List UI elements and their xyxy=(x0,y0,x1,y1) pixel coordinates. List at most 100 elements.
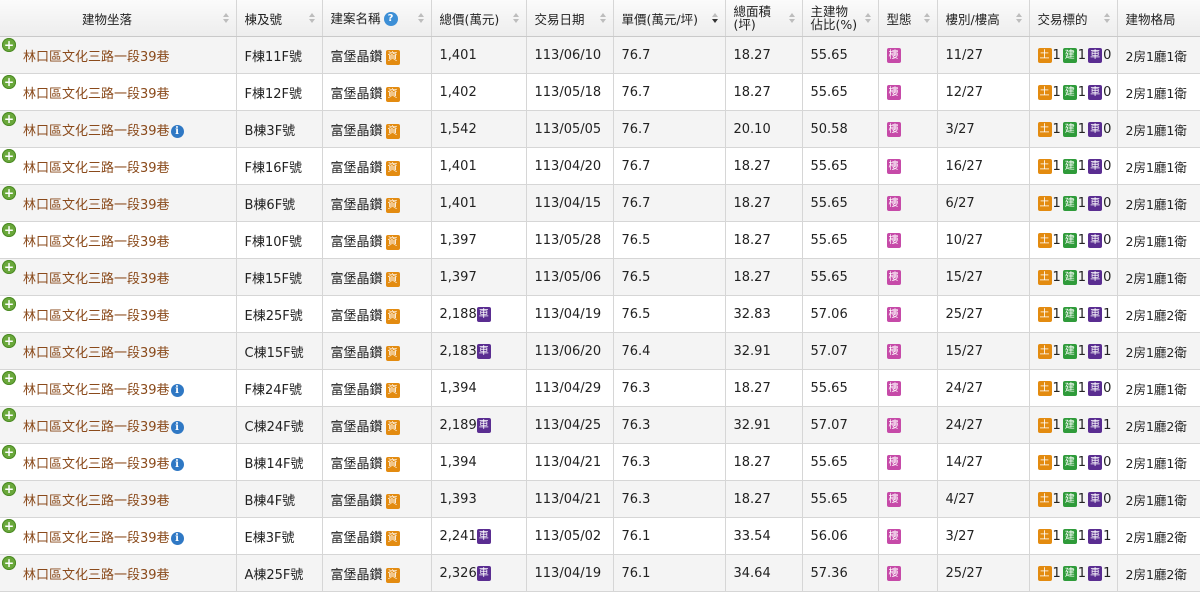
info-badge-icon[interactable]: 資 xyxy=(385,382,400,398)
info-icon[interactable]: i xyxy=(170,124,184,138)
project-name[interactable]: 富堡晶鑽 xyxy=(331,420,383,435)
address-text[interactable]: 林口區文化三路一段39巷 xyxy=(23,420,170,435)
address-text[interactable]: 林口區文化三路一段39巷 xyxy=(23,346,170,361)
sort-desc-icon[interactable] xyxy=(711,13,718,23)
expand-plus-icon[interactable]: + xyxy=(2,185,16,200)
address-text[interactable]: 林口區文化三路一段39巷 xyxy=(23,161,170,176)
address-text[interactable]: 林口區文化三路一段39巷 xyxy=(23,494,170,509)
info-icon[interactable]: i xyxy=(170,531,184,545)
expand-plus-icon[interactable]: + xyxy=(2,370,16,385)
expand-plus-icon[interactable]: + xyxy=(2,444,16,459)
project-name[interactable]: 富堡晶鑽 xyxy=(331,124,383,139)
project-name[interactable]: 富堡晶鑽 xyxy=(331,531,383,546)
address-text[interactable]: 林口區文化三路一段39巷 xyxy=(23,457,170,472)
info-badge-icon[interactable]: 資 xyxy=(385,123,400,139)
info-badge-icon[interactable]: 資 xyxy=(385,197,400,213)
project-name[interactable]: 富堡晶鑽 xyxy=(331,346,383,361)
sort-icon[interactable] xyxy=(599,13,606,23)
info-icon[interactable]: i xyxy=(170,420,184,434)
column-header-project[interactable]: 建案名稱? xyxy=(322,0,432,37)
expand-plus-icon[interactable]: + xyxy=(2,148,16,163)
project-name[interactable]: 富堡晶鑽 xyxy=(331,309,383,324)
column-header-transaction-target[interactable]: 交易標的 xyxy=(1029,0,1118,37)
table-row[interactable]: + 林口區文化三路一段39巷 F棟16F號 富堡晶鑽資 1,401 113/04/20 76… xyxy=(0,147,1200,185)
sort-icon[interactable] xyxy=(923,13,930,23)
expand-plus-icon[interactable]: + xyxy=(2,74,16,89)
column-header-layout[interactable]: 建物格局 xyxy=(1117,0,1200,37)
table-row[interactable]: + 林口區文化三路一段39巷 F棟10F號 富堡晶鑽資 1,397 113/05/28 76… xyxy=(0,221,1200,259)
address-text[interactable]: 林口區文化三路一段39巷 xyxy=(23,272,170,287)
address-text[interactable]: 林口區文化三路一段39巷 xyxy=(23,235,170,250)
project-name[interactable]: 富堡晶鑽 xyxy=(331,272,383,287)
column-header-floor[interactable]: 樓別/樓高 xyxy=(937,0,1030,37)
column-header-area[interactable]: 總面積 (坪) xyxy=(725,0,803,37)
expand-plus-icon[interactable]: + xyxy=(2,37,16,52)
table-row[interactable]: +林口區文化三路一段39巷 i E棟3F號 富堡晶鑽資 2,241 車 113/05/02 7… xyxy=(0,517,1200,555)
sort-icon[interactable] xyxy=(308,13,315,23)
column-header-main-ratio[interactable]: 主建物 佔比(%) xyxy=(802,0,879,37)
info-badge-icon[interactable]: 資 xyxy=(385,345,400,361)
project-name[interactable]: 富堡晶鑽 xyxy=(331,494,383,509)
table-row[interactable]: +林口區文化三路一段39巷 i C棟24F號 富堡晶鑽資 2,189 車 113/04/25… xyxy=(0,406,1200,444)
expand-plus-icon[interactable]: + xyxy=(2,296,16,311)
info-icon[interactable]: i xyxy=(170,457,184,471)
table-row[interactable]: + 林口區文化三路一段39巷 F棟11F號 富堡晶鑽資 1,401 113/06/10 76… xyxy=(0,36,1200,74)
column-header-date[interactable]: 交易日期 xyxy=(526,0,614,37)
info-badge-icon[interactable]: 資 xyxy=(385,160,400,176)
address-text[interactable]: 林口區文化三路一段39巷 xyxy=(23,568,170,583)
table-row[interactable]: +林口區文化三路一段39巷 E棟25F號 富堡晶鑽資 2,188 車 113/04/19 7… xyxy=(0,295,1200,333)
sort-icon[interactable] xyxy=(417,13,424,23)
project-name[interactable]: 富堡晶鑽 xyxy=(331,235,383,250)
project-name[interactable]: 富堡晶鑽 xyxy=(331,568,383,583)
sort-icon[interactable] xyxy=(788,13,795,23)
table-row[interactable]: +林口區文化三路一段39巷 A棟25F號 富堡晶鑽資 2,326 車 113/04/19 7… xyxy=(0,554,1200,592)
expand-plus-icon[interactable]: + xyxy=(2,222,16,237)
project-name[interactable]: 富堡晶鑽 xyxy=(331,198,383,213)
address-text[interactable]: 林口區文化三路一段39巷 xyxy=(23,87,170,102)
expand-plus-icon[interactable]: + xyxy=(2,555,16,570)
table-row[interactable]: + 林口區文化三路一段39巷 i B棟14F號 富堡晶鑽資 1,394 113/04/21 7… xyxy=(0,443,1200,481)
address-text[interactable]: 林口區文化三路一段39巷 xyxy=(23,383,170,398)
project-name[interactable]: 富堡晶鑽 xyxy=(331,161,383,176)
column-header-address[interactable]: 建物坐落 xyxy=(0,0,237,37)
address-text[interactable]: 林口區文化三路一段39巷 xyxy=(23,198,170,213)
expand-plus-icon[interactable]: + xyxy=(2,518,16,533)
info-badge-icon[interactable]: 資 xyxy=(385,308,400,324)
expand-plus-icon[interactable]: + xyxy=(2,111,16,126)
help-icon[interactable]: ? xyxy=(383,11,398,26)
info-badge-icon[interactable]: 資 xyxy=(385,530,400,546)
table-row[interactable]: + 林口區文化三路一段39巷 i F棟24F號 富堡晶鑽資 1,394 113/04/29 7… xyxy=(0,369,1200,407)
sort-icon[interactable] xyxy=(864,13,871,23)
address-text[interactable]: 林口區文化三路一段39巷 xyxy=(23,50,170,65)
info-badge-icon[interactable]: 資 xyxy=(385,493,400,509)
info-badge-icon[interactable]: 資 xyxy=(385,419,400,435)
column-header-unit[interactable]: 棟及號 xyxy=(236,0,323,37)
sort-icon[interactable] xyxy=(1103,13,1110,23)
sort-icon[interactable] xyxy=(1015,13,1022,23)
column-header-type[interactable]: 型態 xyxy=(878,0,938,37)
expand-plus-icon[interactable]: + xyxy=(2,407,16,422)
column-header-total-price[interactable]: 總價(萬元) xyxy=(431,0,527,37)
address-text[interactable]: 林口區文化三路一段39巷 xyxy=(23,531,170,546)
address-text[interactable]: 林口區文化三路一段39巷 xyxy=(23,124,170,139)
info-badge-icon[interactable]: 資 xyxy=(385,456,400,472)
project-name[interactable]: 富堡晶鑽 xyxy=(331,50,383,65)
table-row[interactable]: + 林口區文化三路一段39巷 B棟4F號 富堡晶鑽資 1,393 113/04/21 76.… xyxy=(0,480,1200,518)
info-badge-icon[interactable]: 資 xyxy=(385,567,400,583)
project-name[interactable]: 富堡晶鑽 xyxy=(331,87,383,102)
info-badge-icon[interactable]: 資 xyxy=(385,234,400,250)
project-name[interactable]: 富堡晶鑽 xyxy=(331,457,383,472)
sort-icon[interactable] xyxy=(512,13,519,23)
column-header-unit-price[interactable]: 單價(萬元/坪) xyxy=(613,0,726,37)
sort-icon[interactable] xyxy=(222,13,229,23)
table-row[interactable]: + 林口區文化三路一段39巷 B棟6F號 富堡晶鑽資 1,401 113/04/15 76.… xyxy=(0,184,1200,222)
info-badge-icon[interactable]: 資 xyxy=(385,86,400,102)
table-row[interactable]: +林口區文化三路一段39巷 C棟15F號 富堡晶鑽資 2,183 車 113/06/20 7… xyxy=(0,332,1200,370)
expand-plus-icon[interactable]: + xyxy=(2,333,16,348)
info-badge-icon[interactable]: 資 xyxy=(385,271,400,287)
expand-plus-icon[interactable]: + xyxy=(2,481,16,496)
address-text[interactable]: 林口區文化三路一段39巷 xyxy=(23,309,170,324)
info-icon[interactable]: i xyxy=(170,383,184,397)
expand-plus-icon[interactable]: + xyxy=(2,259,16,274)
project-name[interactable]: 富堡晶鑽 xyxy=(331,383,383,398)
